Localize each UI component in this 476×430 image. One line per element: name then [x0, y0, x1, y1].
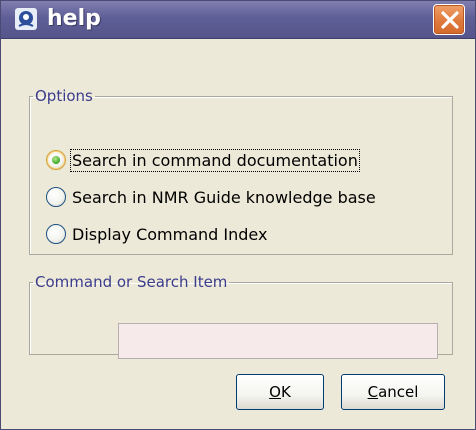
help-dialog: help Options Search in command documenta…: [0, 0, 476, 430]
radio-search-nmr-guide[interactable]: Search in NMR Guide knowledge base: [46, 184, 376, 210]
ok-mnemonic: O: [269, 383, 281, 401]
options-group: Options Search in command documentation …: [29, 87, 453, 255]
search-input[interactable]: [118, 323, 438, 359]
options-legend: Options: [35, 87, 93, 105]
cancel-button[interactable]: Cancel: [341, 374, 445, 410]
ok-label-rest: K: [280, 383, 291, 401]
title-bar[interactable]: help: [1, 1, 475, 39]
radio-search-command-docs[interactable]: Search in command documentation: [46, 147, 360, 173]
search-group: Command or Search Item: [29, 273, 453, 359]
radio-button[interactable]: [46, 224, 66, 244]
close-button[interactable]: [433, 4, 465, 35]
radio-label: Display Command Index: [72, 224, 268, 244]
window-title: help: [47, 6, 101, 31]
radio-label: Search in NMR Guide knowledge base: [72, 187, 376, 207]
radio-button-selected[interactable]: [46, 150, 66, 170]
cancel-mnemonic: C: [367, 383, 379, 401]
radio-button[interactable]: [46, 187, 66, 207]
close-icon: [441, 11, 459, 29]
radio-display-command-index[interactable]: Display Command Index: [46, 221, 267, 247]
java-duke-icon: [15, 8, 37, 30]
cancel-label-rest: ancel: [378, 383, 419, 401]
radio-label: Search in command documentation: [70, 148, 360, 172]
ok-button[interactable]: OK: [236, 374, 324, 410]
search-legend: Command or Search Item: [35, 273, 228, 291]
